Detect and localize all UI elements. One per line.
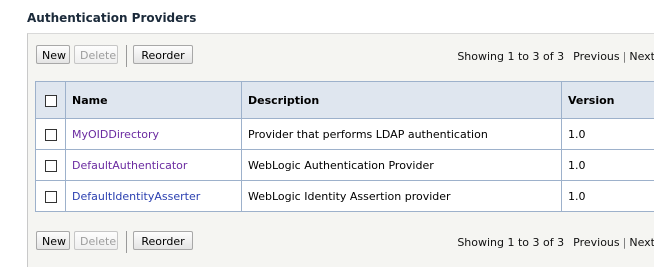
provider-link[interactable]: MyOIDDirectory bbox=[72, 128, 159, 141]
column-header-description: Description bbox=[242, 82, 562, 119]
row-select-cell bbox=[36, 181, 66, 212]
provider-link[interactable]: DefaultIdentityAsserter bbox=[72, 190, 200, 203]
reorder-button[interactable]: Reorder bbox=[133, 231, 193, 250]
delete-button: Delete bbox=[74, 231, 118, 250]
column-header-version: Version bbox=[562, 82, 654, 119]
new-button[interactable]: New bbox=[36, 45, 70, 64]
pagination-status: Showing 1 to 3 of 3 bbox=[457, 50, 564, 63]
row-checkbox[interactable] bbox=[45, 160, 57, 172]
select-all-checkbox[interactable] bbox=[45, 95, 57, 107]
previous-link[interactable]: Previous bbox=[573, 50, 620, 63]
name-cell: DefaultIdentityAsserter bbox=[66, 181, 242, 212]
providers-panel: New Delete Reorder Showing 1 to 3 of 3 Pr… bbox=[27, 33, 654, 267]
top-toolbar: New Delete Reorder Showing 1 to 3 of 3 Pr… bbox=[28, 41, 654, 73]
providers-table: Name Description Version MyOIDDirectory … bbox=[35, 81, 654, 212]
name-cell: MyOIDDirectory bbox=[66, 119, 242, 150]
pagination-status: Showing 1 to 3 of 3 bbox=[457, 236, 564, 249]
reorder-button[interactable]: Reorder bbox=[133, 45, 193, 64]
bottom-toolbar: New Delete Reorder Showing 1 to 3 of 3 Pr… bbox=[28, 227, 654, 259]
row-select-cell bbox=[36, 119, 66, 150]
section-title: Authentication Providers bbox=[27, 11, 196, 25]
table-row: DefaultIdentityAsserter WebLogic Identit… bbox=[36, 181, 654, 212]
version-cell: 1.0 bbox=[562, 150, 654, 181]
delete-button: Delete bbox=[74, 45, 118, 64]
pagination-separator: | bbox=[623, 236, 627, 249]
toolbar-divider bbox=[126, 231, 127, 253]
provider-link[interactable]: DefaultAuthenticator bbox=[72, 159, 187, 172]
description-cell: WebLogic Authentication Provider bbox=[242, 150, 562, 181]
version-cell: 1.0 bbox=[562, 181, 654, 212]
row-checkbox[interactable] bbox=[45, 191, 57, 203]
row-select-cell bbox=[36, 150, 66, 181]
previous-link[interactable]: Previous bbox=[573, 236, 620, 249]
column-header-name: Name bbox=[66, 82, 242, 119]
toolbar-divider bbox=[126, 45, 127, 67]
select-all-cell bbox=[36, 82, 66, 119]
table-header-row: Name Description Version bbox=[36, 82, 654, 119]
version-cell: 1.0 bbox=[562, 119, 654, 150]
next-link[interactable]: Next bbox=[629, 50, 654, 63]
new-button[interactable]: New bbox=[36, 231, 70, 250]
description-cell: WebLogic Identity Assertion provider bbox=[242, 181, 562, 212]
table-row: MyOIDDirectory Provider that performs LD… bbox=[36, 119, 654, 150]
pagination: Showing 1 to 3 of 3 Previous|Next bbox=[457, 50, 654, 63]
description-cell: Provider that performs LDAP authenticati… bbox=[242, 119, 562, 150]
pagination: Showing 1 to 3 of 3 Previous|Next bbox=[457, 236, 654, 249]
table-row: DefaultAuthenticator WebLogic Authentica… bbox=[36, 150, 654, 181]
row-checkbox[interactable] bbox=[45, 129, 57, 141]
pagination-separator: | bbox=[623, 50, 627, 63]
next-link[interactable]: Next bbox=[629, 236, 654, 249]
name-cell: DefaultAuthenticator bbox=[66, 150, 242, 181]
